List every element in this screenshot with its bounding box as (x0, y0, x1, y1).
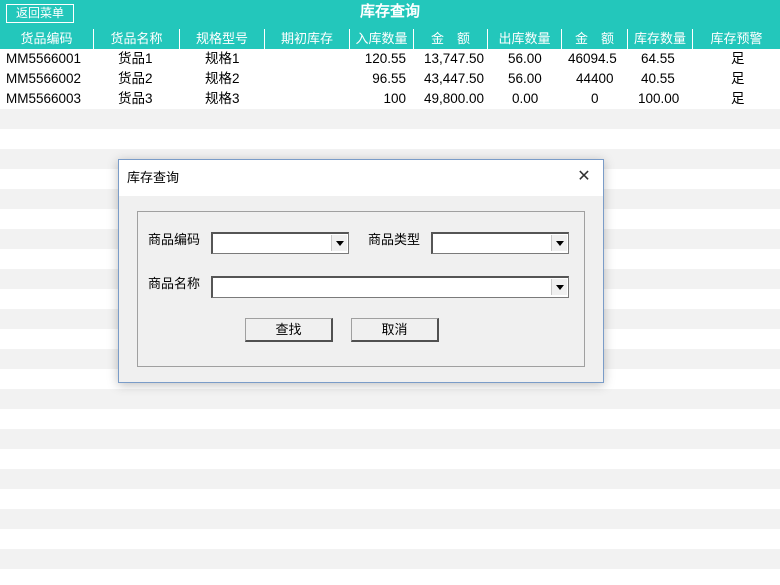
chevron-down-icon[interactable] (551, 279, 567, 295)
back-to-menu-button[interactable]: 返回菜单 (6, 4, 74, 23)
cell-code: MM5566003 (6, 91, 82, 106)
cell-in-qty: 120.55 (364, 51, 406, 66)
col-header-code: 货品编码 (0, 29, 94, 49)
cell-name: 货品1 (118, 51, 153, 66)
cell-in-amount: 13,747.50 (423, 51, 484, 66)
cell-in-amount: 43,447.50 (423, 71, 484, 86)
col-header-in-amount: 金 额 (414, 29, 488, 49)
col-header-in-qty: 入库数量 (350, 29, 414, 49)
cell-stock-alert: 足 (731, 71, 745, 86)
cell-out-amount: 0 (591, 91, 599, 106)
col-header-stock-alert: 库存预警 (710, 31, 763, 46)
name-label: 商品名称 (148, 276, 201, 291)
title-bar: 库存查询 返回菜单 (0, 0, 780, 29)
cell-name: 货品2 (118, 71, 153, 86)
search-button[interactable]: 查找 (245, 318, 333, 342)
col-header-opening-stock: 期初库存 (265, 29, 350, 49)
cell-stock-alert: 足 (731, 51, 745, 66)
page-title: 库存查询 (359, 3, 420, 20)
cell-in-amount: 49,800.00 (423, 91, 484, 106)
col-header-name: 货品名称 (94, 29, 180, 49)
cell-out-qty: 56.00 (508, 51, 542, 66)
cell-code: MM5566002 (6, 71, 82, 86)
table-row: MM5566003 货品3 规格3 100 49,800.00 0.00 0 1… (0, 89, 780, 109)
table-row: MM5566001 货品1 规格1 120.55 13,747.50 56.00… (0, 49, 780, 69)
chevron-down-icon[interactable] (551, 235, 567, 251)
cell-name: 货品3 (118, 91, 153, 106)
cell-stock-qty: 100.00 (638, 91, 680, 106)
cell-out-amount: 44400 (576, 71, 614, 86)
search-group-box: 商品编码 商品类型 商品名称 查找 取消 (137, 211, 585, 367)
name-combo[interactable] (211, 276, 569, 298)
inventory-query-dialog: 库存查询 ✕ 商品编码 商品类型 商品名称 查找 取消 (118, 159, 604, 383)
cell-in-qty: 96.55 (372, 71, 406, 86)
code-label: 商品编码 (148, 232, 201, 247)
cell-spec: 规格2 (205, 71, 240, 86)
type-combo[interactable] (431, 232, 569, 254)
table-row: MM5566002 货品2 规格2 96.55 43,447.50 56.00 … (0, 69, 780, 89)
dialog-title-bar: 库存查询 ✕ (119, 160, 603, 196)
type-label: 商品类型 (368, 232, 421, 247)
dialog-title: 库存查询 (127, 170, 180, 185)
cell-stock-qty: 40.55 (641, 71, 675, 86)
table-header: 货品编码 货品名称 规格型号 期初库存 入库数量 金 额 出库数量 金 额 库存… (0, 29, 780, 49)
cell-out-qty: 56.00 (508, 71, 542, 86)
cell-out-amount: 46094.5 (568, 51, 617, 66)
col-header-spec: 规格型号 (180, 29, 265, 49)
cell-out-qty: 0.00 (512, 91, 539, 106)
cell-stock-alert: 足 (731, 91, 745, 106)
chevron-down-icon[interactable] (331, 235, 347, 251)
col-header-out-qty: 出库数量 (488, 29, 562, 49)
close-icon[interactable]: ✕ (573, 166, 595, 188)
col-header-stock-qty: 库存数量 (628, 29, 693, 49)
cell-spec: 规格3 (205, 91, 240, 106)
col-header-out-amount: 金 额 (562, 29, 628, 49)
cancel-button[interactable]: 取消 (351, 318, 439, 342)
cell-in-qty: 100 (383, 91, 406, 106)
cell-code: MM5566001 (6, 51, 82, 66)
code-combo[interactable] (211, 232, 349, 254)
cell-stock-qty: 64.55 (641, 51, 675, 66)
cell-spec: 规格1 (205, 51, 240, 66)
